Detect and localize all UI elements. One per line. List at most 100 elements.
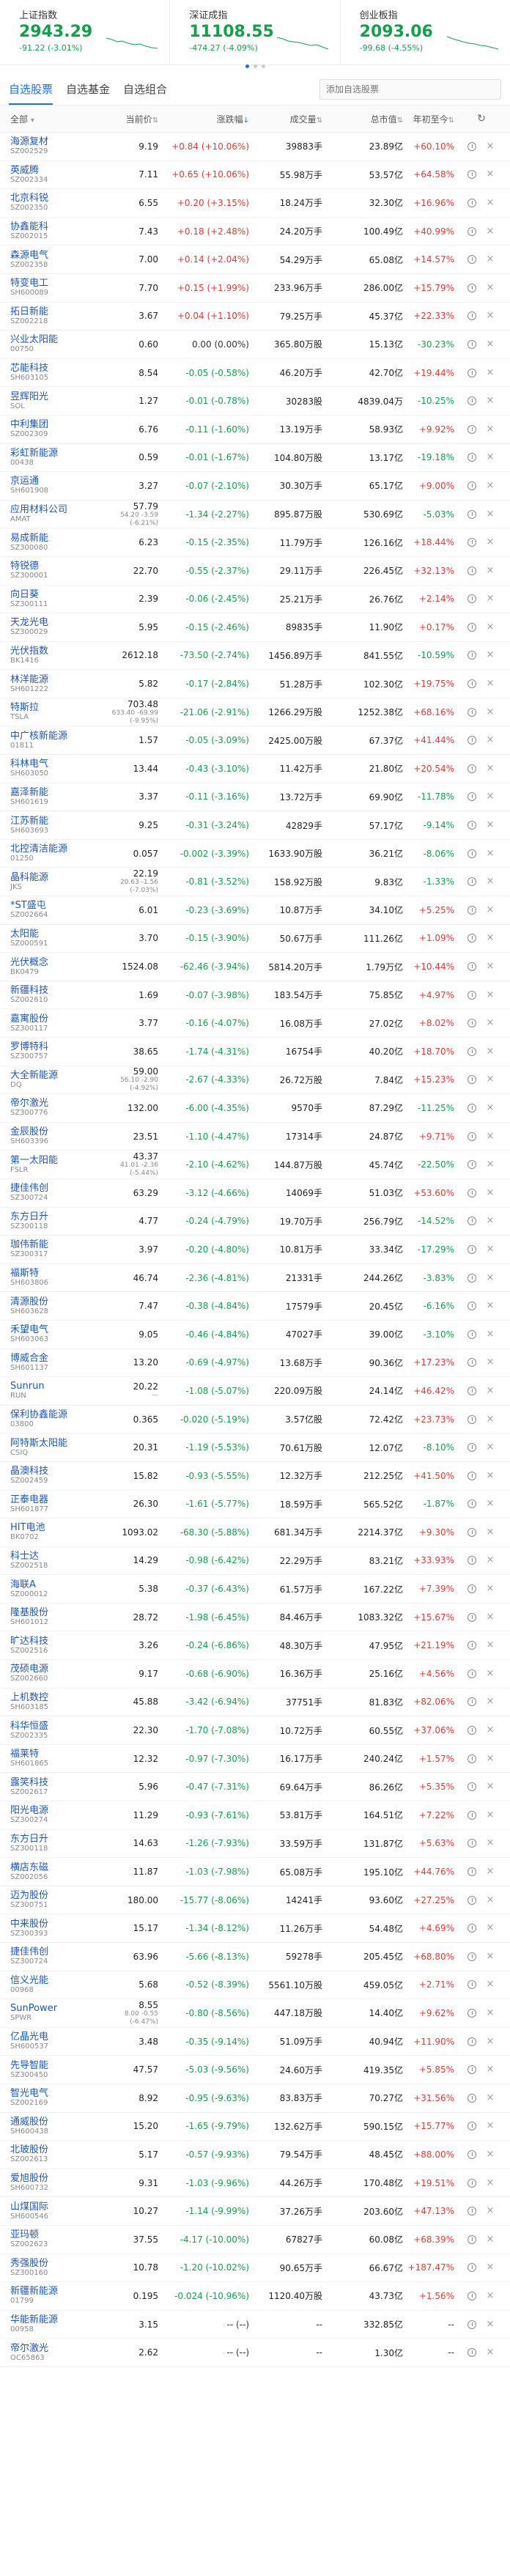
table-row[interactable]: 上机数控 SH603185 45.88 -3.42 (-6.94%) 37751手 81.… <box>0 1689 510 1717</box>
alarm-clock-icon[interactable] <box>468 1188 476 1197</box>
table-row[interactable]: 新疆新能源 01799 0.195 -0.024 (-10.96%) 1120.40万股… <box>0 2282 510 2311</box>
alarm-clock-icon[interactable] <box>468 2178 476 2188</box>
stock-name[interactable]: 昱辉阳光 <box>10 391 108 402</box>
tab-portfolios[interactable]: 自选组合 <box>123 74 167 105</box>
stock-name[interactable]: 北玻股份 <box>10 2144 108 2155</box>
close-icon[interactable]: × <box>485 1725 495 1735</box>
table-row[interactable]: 晶科能源 JKS 22.19 20.63 -1.56 (-7.03%) -0.81 (-… <box>0 868 510 897</box>
table-row[interactable]: 保利协鑫能源 03800 0.365 -0.020 (-5.19%) 3.57亿股 72.… <box>0 1406 510 1434</box>
table-row[interactable]: 亚玛顿 SZ002623 37.55 -4.17 (-10.00%) 67827手 60.… <box>0 2226 510 2254</box>
close-icon[interactable]: × <box>485 396 495 406</box>
table-row[interactable]: 正泰电器 SH601877 26.30 -1.61 (-5.77%) 18.59万手 56… <box>0 1491 510 1519</box>
alarm-clock-icon[interactable] <box>468 1160 476 1170</box>
add-stock-input[interactable] <box>319 79 501 100</box>
alarm-clock-icon[interactable] <box>468 594 476 604</box>
stock-name[interactable]: 科华恒盛 <box>10 1721 108 1732</box>
stock-name[interactable]: 协鑫能科 <box>10 221 108 232</box>
alarm-clock-icon[interactable] <box>468 566 476 575</box>
stock-name[interactable]: 博威合金 <box>10 1353 108 1364</box>
stock-name[interactable]: 先导智能 <box>10 2060 108 2071</box>
table-row[interactable]: 信义光能 00968 5.68 -0.52 (-8.39%) 5561.10万股 459.… <box>0 1971 510 2000</box>
alarm-clock-icon[interactable] <box>468 1895 476 1905</box>
close-icon[interactable]: × <box>485 735 495 745</box>
stock-name-cell[interactable]: 爱旭股份 SH600732 <box>0 2173 108 2193</box>
stock-name-cell[interactable]: 芯能科技 SH603105 <box>0 363 108 383</box>
stock-name-cell[interactable]: 罗博特科 SZ300757 <box>0 1041 108 1061</box>
alarm-clock-icon[interactable] <box>468 1499 476 1509</box>
stock-name[interactable]: 特变电工 <box>10 278 108 289</box>
close-icon[interactable]: × <box>485 706 495 717</box>
stock-name[interactable]: 拓日新能 <box>10 306 108 317</box>
stock-name-cell[interactable]: 嘉寓股份 SZ300117 <box>0 1014 108 1033</box>
stock-name[interactable]: 隆基股份 <box>10 1607 108 1618</box>
stock-name-cell[interactable]: 禾望电气 SH603063 <box>0 1324 108 1344</box>
header-ytd[interactable]: 年初至今⇅ <box>403 113 454 125</box>
stock-name[interactable]: 京运通 <box>10 476 108 487</box>
table-row[interactable]: 英威腾 SZ002334 7.11 +0.65 (+10.06%) 55.98万手 53.… <box>0 161 510 190</box>
alarm-clock-icon[interactable] <box>468 1443 476 1453</box>
alarm-clock-icon[interactable] <box>468 792 476 802</box>
close-icon[interactable]: × <box>485 1753 495 1764</box>
stock-name-cell[interactable]: 福莱特 SH601865 <box>0 1749 108 1768</box>
stock-name-cell[interactable]: 北玻股份 SZ002613 <box>0 2144 108 2164</box>
alarm-clock-icon[interactable] <box>468 1839 476 1848</box>
alarm-clock-icon[interactable] <box>468 877 476 887</box>
alarm-clock-icon[interactable] <box>468 1217 476 1226</box>
alarm-clock-icon[interactable] <box>468 2037 476 2046</box>
alarm-clock-icon[interactable] <box>468 707 476 717</box>
table-row[interactable]: 北控清洁能源 01250 0.057 -0.002 (-3.39%) 1633.90万股… <box>0 840 510 868</box>
table-row[interactable]: 华能新能源 00958 3.15 -- (--) -- 332.85亿 -- × <box>0 2311 510 2339</box>
stock-name[interactable]: 新疆科技 <box>10 985 108 996</box>
table-row[interactable]: 山煤国际 SH600546 10.27 -1.14 (-9.99%) 37.26万手 20… <box>0 2197 510 2226</box>
table-row[interactable]: 京运通 SH601908 3.27 -0.07 (-2.10%) 30.30万手 65.1… <box>0 472 510 501</box>
stock-name-cell[interactable]: 福斯特 SH603806 <box>0 1268 108 1288</box>
stock-name[interactable]: 海源复材 <box>10 136 108 147</box>
table-row[interactable]: 江苏新能 SH603693 9.25 -0.31 (-3.24%) 42829手 57.1… <box>0 811 510 840</box>
stock-name[interactable]: 阳光电源 <box>10 1805 108 1816</box>
alarm-clock-icon[interactable] <box>468 2149 476 2159</box>
close-icon[interactable]: × <box>485 594 495 604</box>
stock-name-cell[interactable]: 中广核新能源 01811 <box>0 731 108 750</box>
stock-name-cell[interactable]: 晶澳科技 SZ002459 <box>0 1466 108 1486</box>
close-icon[interactable]: × <box>485 1244 495 1255</box>
stock-name[interactable]: 科林电气 <box>10 759 108 770</box>
alarm-clock-icon[interactable] <box>468 424 476 434</box>
table-row[interactable]: 捷佳伟创 SZ300724 63.29 -3.12 (-4.66%) 14069手 51.… <box>0 1179 510 1208</box>
stock-name[interactable]: 旷达科技 <box>10 1636 108 1647</box>
alarm-clock-icon[interactable] <box>468 2008 476 2018</box>
stock-name[interactable]: 横店东磁 <box>10 1862 108 1873</box>
alarm-clock-icon[interactable] <box>468 622 476 632</box>
stock-name-cell[interactable]: 隆基股份 SH601012 <box>0 1607 108 1627</box>
stock-name[interactable]: 中利集团 <box>10 419 108 430</box>
carousel-dot[interactable] <box>261 64 265 68</box>
table-row[interactable]: 中利集团 SZ002309 6.76 -0.11 (-1.60%) 13.19万手 58.… <box>0 416 510 444</box>
alarm-clock-icon[interactable] <box>468 2122 476 2131</box>
table-row[interactable]: 昱辉阳光 SOL 1.27 -0.01 (-0.78%) 30283股 4839.04万 -… <box>0 387 510 416</box>
close-icon[interactable]: × <box>485 169 495 180</box>
table-row[interactable]: 芯能科技 SH603105 8.54 -0.05 (-0.58%) 46.20万手 42.… <box>0 359 510 388</box>
stock-name[interactable]: 向日葵 <box>10 589 108 600</box>
alarm-clock-icon[interactable] <box>468 651 476 660</box>
table-row[interactable]: 捷佳伟创 SZ300724 63.96 -5.66 (-8.13%) 59278手 205… <box>0 1943 510 1971</box>
stock-name-cell[interactable]: 光伏指数 BK1416 <box>0 646 108 665</box>
stock-name-cell[interactable]: 上机数控 SH603185 <box>0 1692 108 1712</box>
alarm-clock-icon[interactable] <box>468 1641 476 1650</box>
carousel-dot[interactable] <box>245 64 249 68</box>
table-row[interactable]: 天龙光电 SZ300029 5.95 -0.15 (-2.46%) 89835手 11.9… <box>0 613 510 642</box>
stock-name[interactable]: 江苏新能 <box>10 816 108 827</box>
close-icon[interactable]: × <box>485 226 495 237</box>
table-row[interactable]: 林洋能源 SH601222 5.82 -0.17 (-2.84%) 51.28万手 102… <box>0 670 510 698</box>
index-card-chinext[interactable]: 创业板指 2093.06 -99.68 (-4.55%) <box>341 0 510 64</box>
stock-name-cell[interactable]: 特锐德 SZ300001 <box>0 561 108 580</box>
close-icon[interactable]: × <box>485 2347 495 2358</box>
stock-name[interactable]: 芯能科技 <box>10 363 108 374</box>
close-icon[interactable]: × <box>485 452 495 462</box>
close-icon[interactable]: × <box>485 367 495 378</box>
table-row[interactable]: 茂硕电源 SZ002660 9.17 -0.68 (-6.90%) 16.36万手 25.… <box>0 1660 510 1689</box>
stock-name[interactable]: 迈为股份 <box>10 1890 108 1901</box>
stock-name-cell[interactable]: 阳光电源 SZ300274 <box>0 1805 108 1825</box>
alarm-clock-icon[interactable] <box>468 1103 476 1112</box>
alarm-clock-icon[interactable] <box>468 538 476 547</box>
stock-name-cell[interactable]: 露笑科技 SZ002617 <box>0 1777 108 1797</box>
close-icon[interactable]: × <box>485 1187 495 1198</box>
